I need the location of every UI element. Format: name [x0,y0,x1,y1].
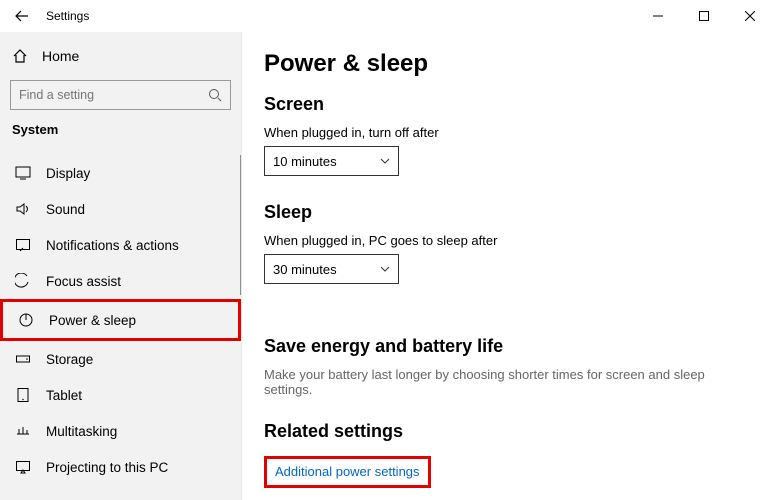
storage-icon [14,351,32,367]
nav-list: Display Sound Notifications & actions Fo… [0,155,241,485]
sleep-timeout-label: When plugged in, PC goes to sleep after [264,233,751,248]
category-label: System [0,122,241,143]
maximize-icon [699,11,709,21]
sidebar-item-display[interactable]: Display [6,155,235,191]
sleep-timeout-value: 30 minutes [273,262,337,277]
sleep-timeout-select[interactable]: 30 minutes [264,254,399,284]
home-label: Home [42,48,79,64]
sidebar-item-label: Projecting to this PC [46,460,168,475]
sidebar-item-label: Focus assist [46,274,121,289]
sidebar-item-label: Tablet [46,388,82,403]
sidebar-item-multitasking[interactable]: Multitasking [6,413,235,449]
minimize-button[interactable] [635,0,681,32]
sidebar-item-label: Storage [46,352,93,367]
home-nav[interactable]: Home [0,44,241,74]
screen-timeout-select[interactable]: 10 minutes [264,146,399,176]
page-title: Power & sleep [264,50,751,78]
multitasking-icon [14,423,32,439]
related-heading: Related settings [264,421,751,442]
screen-timeout-value: 10 minutes [273,154,337,169]
sidebar-item-label: Multitasking [46,424,117,439]
sound-icon [14,201,32,217]
sidebar-item-power-sleep[interactable]: Power & sleep [9,302,232,338]
sidebar-item-label: Power & sleep [49,313,136,328]
tablet-icon [14,387,32,403]
minimize-icon [653,11,663,21]
main-panel: Power & sleep Screen When plugged in, tu… [242,32,773,500]
notifications-icon [14,237,32,253]
sidebar-item-label: Notifications & actions [46,238,179,253]
display-icon [14,165,32,181]
search-input[interactable] [19,88,208,102]
chevron-down-icon [380,266,390,272]
sidebar: Home System Display Sound [0,32,242,500]
sleep-heading: Sleep [264,202,751,223]
sidebar-item-notifications[interactable]: Notifications & actions [6,227,235,263]
search-icon [208,88,222,102]
window-title: Settings [46,9,89,23]
scroll-indicator[interactable] [240,155,241,295]
power-icon [17,312,35,328]
search-box[interactable] [10,80,231,110]
arrow-left-icon [15,9,29,23]
screen-timeout-label: When plugged in, turn off after [264,125,751,140]
sidebar-item-focus-assist[interactable]: Focus assist [6,263,235,299]
focus-assist-icon [14,273,32,289]
maximize-button[interactable] [681,0,727,32]
close-icon [745,11,755,21]
projecting-icon [14,459,32,475]
sidebar-item-tablet[interactable]: Tablet [6,377,235,413]
sidebar-item-label: Sound [46,202,85,217]
screen-heading: Screen [264,94,751,115]
save-energy-desc: Make your battery last longer by choosin… [264,367,751,397]
additional-power-settings-highlight: Additional power settings [264,456,431,488]
sidebar-item-storage[interactable]: Storage [6,341,235,377]
sidebar-item-label: Display [46,166,90,181]
save-energy-heading: Save energy and battery life [264,336,751,357]
chevron-down-icon [380,158,390,164]
additional-power-settings-link[interactable]: Additional power settings [275,464,420,479]
back-button[interactable] [12,9,32,23]
sidebar-item-projecting[interactable]: Projecting to this PC [6,449,235,485]
sidebar-item-sound[interactable]: Sound [6,191,235,227]
home-icon [12,48,28,64]
title-bar: Settings [0,0,773,32]
close-button[interactable] [727,0,773,32]
